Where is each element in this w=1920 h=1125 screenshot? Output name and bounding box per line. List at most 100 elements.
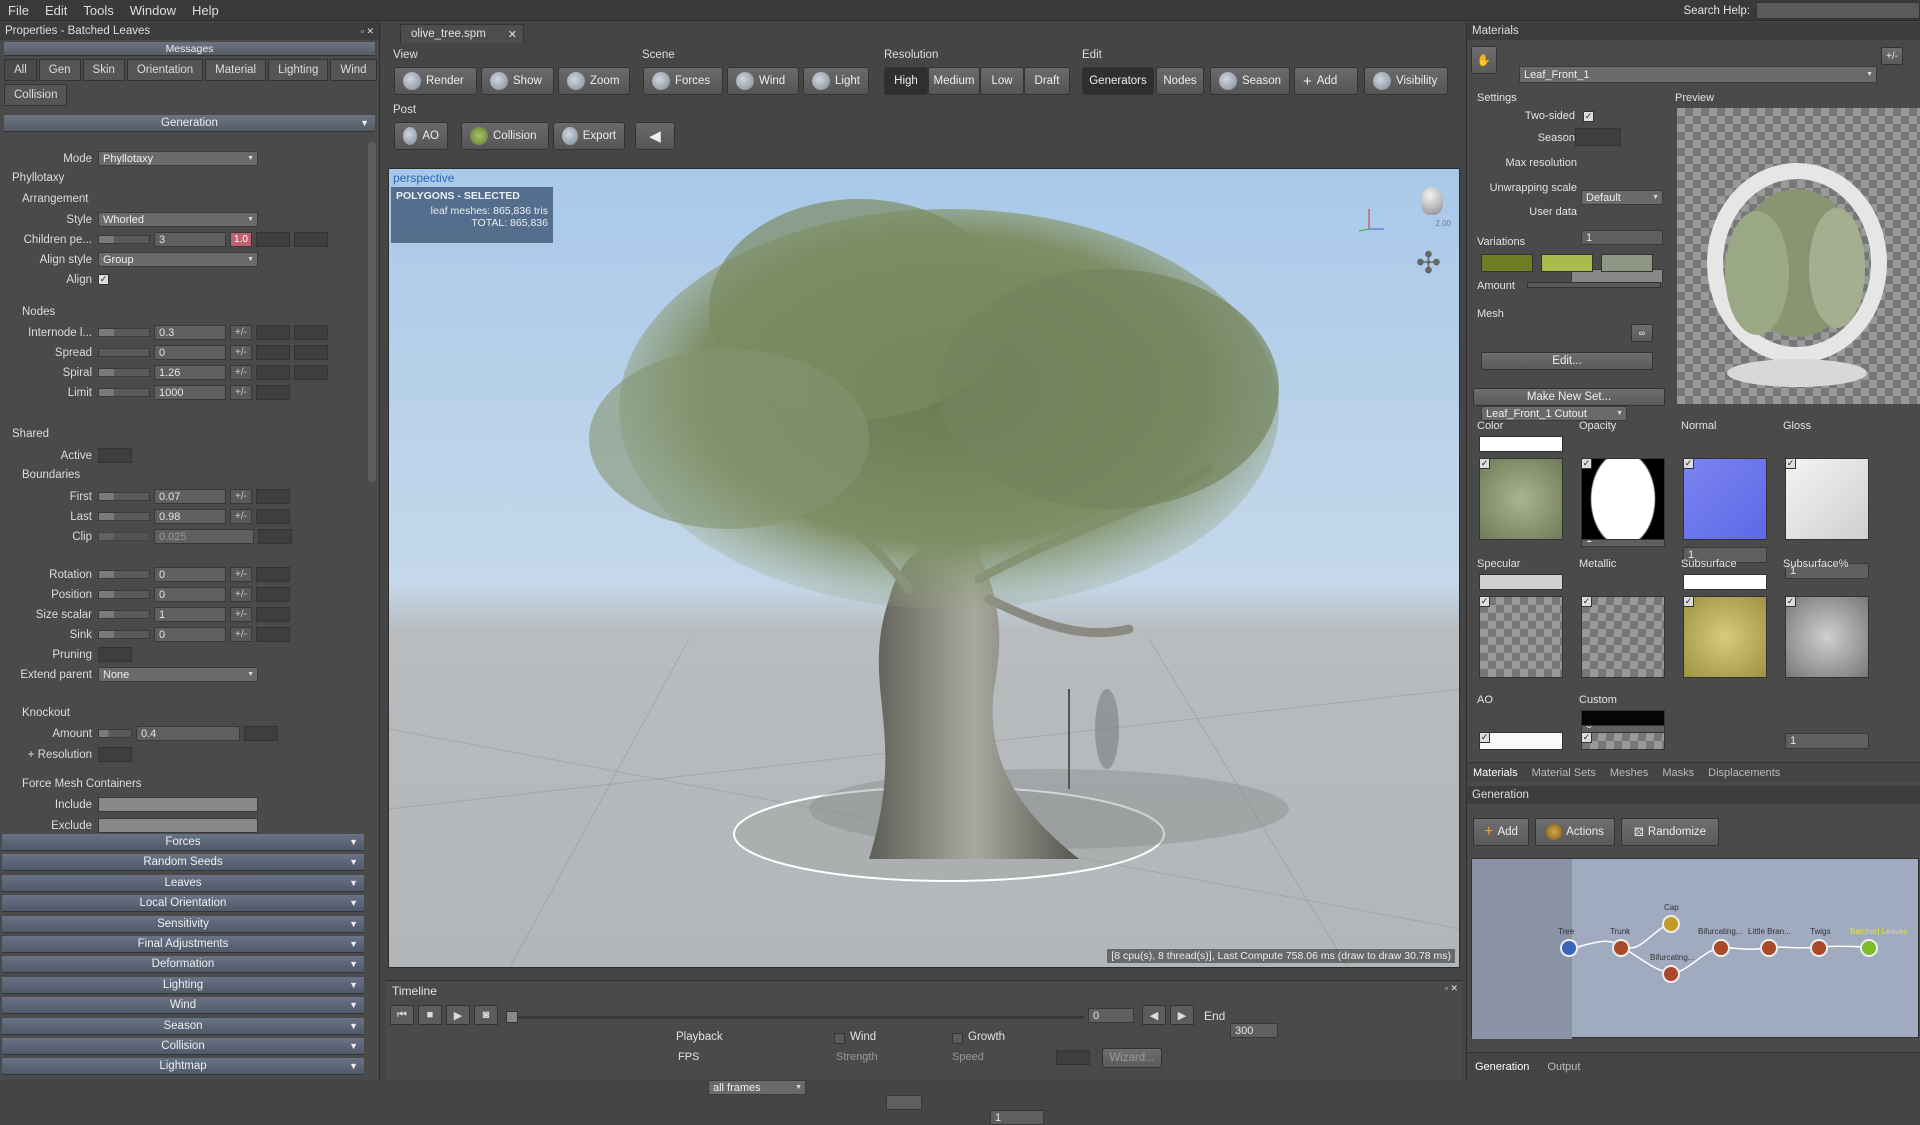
variation-swatch-3[interactable] xyxy=(1601,254,1653,272)
tab-wind[interactable]: Wind xyxy=(330,59,377,81)
map-specular-checkbox[interactable]: ✓ xyxy=(1479,596,1490,607)
material-select[interactable]: Leaf_Front_1 xyxy=(1519,66,1877,83)
mesh-link-button[interactable]: ∞ xyxy=(1631,324,1653,342)
first-input[interactable]: 0.07 xyxy=(154,489,226,504)
map-subsurface-pct-value[interactable]: 1 xyxy=(1785,733,1869,749)
frame-input[interactable]: 0 xyxy=(1088,1008,1134,1023)
map-color-checkbox[interactable]: ✓ xyxy=(1479,458,1490,469)
menu-window[interactable]: Window xyxy=(122,3,184,18)
high-button[interactable]: High xyxy=(884,67,928,95)
rotation-input[interactable]: 0 xyxy=(154,567,226,582)
generators-button[interactable]: Generators xyxy=(1082,67,1154,95)
spiral-slider[interactable] xyxy=(98,368,150,377)
map-subsurface-pct-checkbox[interactable]: ✓ xyxy=(1785,596,1796,607)
pruning-curve[interactable] xyxy=(98,647,132,662)
timeline-controls-icon[interactable]: ▫ ✕ xyxy=(1445,983,1458,994)
limit-pm-button[interactable]: +/- xyxy=(230,385,252,400)
wizard-button[interactable]: Wizard... xyxy=(1102,1048,1162,1068)
mesh-edit-button[interactable]: Edit... xyxy=(1481,352,1653,370)
spread-slider[interactable] xyxy=(98,348,150,357)
tab-skin[interactable]: Skin xyxy=(82,59,125,81)
children-badge[interactable]: 1.0 xyxy=(230,232,252,247)
graph-node-bifurcating-1[interactable] xyxy=(1712,939,1730,957)
map-color-thumbnail[interactable] xyxy=(1479,458,1563,540)
spiral-curve[interactable] xyxy=(256,365,290,380)
material-plus-button[interactable]: +/- xyxy=(1881,47,1903,65)
graph-node-bifurcating-2[interactable] xyxy=(1662,965,1680,983)
rotation-curve[interactable] xyxy=(256,567,290,582)
first-slider[interactable] xyxy=(98,492,150,501)
wind-fan-icon[interactable]: ✣ xyxy=(1416,249,1441,279)
section-wind[interactable]: Wind ▼ xyxy=(2,997,364,1015)
speed-input[interactable]: 1 xyxy=(990,1110,1044,1125)
last-pm-button[interactable]: +/- xyxy=(230,509,252,524)
style-select[interactable]: Whorled xyxy=(98,212,258,227)
section-collision[interactable]: Collision ▼ xyxy=(2,1038,364,1055)
zoom-button[interactable]: Zoom xyxy=(558,67,630,95)
position-input[interactable]: 0 xyxy=(154,587,226,602)
show-button[interactable]: Show xyxy=(481,67,554,95)
two-sided-checkbox[interactable]: ✓ xyxy=(1583,111,1594,122)
skip-start-button[interactable]: ⏮ xyxy=(390,1005,414,1025)
map-metallic-thumbnail[interactable] xyxy=(1581,596,1665,678)
map-subsurface-checkbox[interactable]: ✓ xyxy=(1683,596,1694,607)
map-custom-checkbox[interactable]: ✓ xyxy=(1581,732,1592,743)
spread-curve-2[interactable] xyxy=(294,345,328,360)
gen-add-button[interactable]: + Add xyxy=(1473,818,1529,846)
next-frame-button[interactable]: ▶ xyxy=(1170,1005,1194,1025)
amount-slider[interactable] xyxy=(98,729,132,738)
map-ao-thumbnail[interactable] xyxy=(1479,732,1563,750)
make-new-set-button[interactable]: Make New Set... xyxy=(1473,388,1665,406)
tab-lighting[interactable]: Lighting xyxy=(268,59,329,81)
spiral-pm-button[interactable]: +/- xyxy=(230,365,252,380)
internode-slider[interactable] xyxy=(98,328,150,337)
section-season[interactable]: Season ▼ xyxy=(2,1017,364,1035)
menu-tools[interactable]: Tools xyxy=(75,3,121,18)
size-scalar-input[interactable]: 1 xyxy=(154,607,226,622)
max-resolution-select[interactable]: Default xyxy=(1581,190,1663,205)
rotation-slider[interactable] xyxy=(98,570,150,579)
last-slider[interactable] xyxy=(98,512,150,521)
tab-material[interactable]: Material xyxy=(205,59,267,81)
map-subsurface-thumbnail[interactable] xyxy=(1683,596,1767,678)
low-button[interactable]: Low xyxy=(980,67,1024,95)
children-curve-2[interactable] xyxy=(294,232,328,247)
size-scalar-curve[interactable] xyxy=(256,607,290,622)
map-custom-swatch[interactable] xyxy=(1581,710,1665,726)
timeline-handle[interactable] xyxy=(506,1011,518,1023)
graph-node-little-branches[interactable] xyxy=(1760,939,1778,957)
material-preview[interactable] xyxy=(1677,108,1920,404)
properties-scrollbar[interactable] xyxy=(368,142,376,482)
messages-bar[interactable]: Messages xyxy=(4,42,375,56)
forces-button[interactable]: Forces xyxy=(643,67,723,95)
timeline-track[interactable] xyxy=(518,1016,1084,1019)
position-slider[interactable] xyxy=(98,590,150,599)
tab-gen[interactable]: Gen xyxy=(38,59,81,81)
collision-button[interactable]: Collision xyxy=(461,122,549,150)
menu-help[interactable]: Help xyxy=(184,3,227,18)
add-button[interactable]: + Add xyxy=(1294,67,1358,95)
active-curve[interactable] xyxy=(98,448,132,463)
map-ao-checkbox[interactable]: ✓ xyxy=(1479,732,1490,743)
spread-curve[interactable] xyxy=(256,345,290,360)
tab-materials[interactable]: Materials xyxy=(1473,767,1518,779)
wind-button[interactable]: Wind xyxy=(727,67,799,95)
generator-graph[interactable]: Tree Trunk Cap Bifurcating... Bifurcatin… xyxy=(1471,858,1919,1039)
map-color-swatch[interactable] xyxy=(1479,436,1563,452)
actions-button[interactable]: Actions xyxy=(1535,818,1615,846)
map-custom-thumbnail[interactable] xyxy=(1581,732,1665,750)
sink-slider[interactable] xyxy=(98,630,150,639)
tab-collision[interactable]: Collision xyxy=(4,84,68,106)
section-lightmap[interactable]: Lightmap ▼ xyxy=(2,1058,364,1076)
spread-input[interactable]: 0 xyxy=(154,345,226,360)
variation-amount-slider[interactable] xyxy=(1527,282,1661,288)
clip-curve[interactable] xyxy=(258,529,292,544)
spiral-curve-2[interactable] xyxy=(294,365,328,380)
close-icon[interactable]: ✕ xyxy=(508,28,517,41)
graph-node-trunk[interactable] xyxy=(1612,939,1630,957)
fps-select[interactable]: all frames xyxy=(708,1080,806,1095)
internode-input[interactable]: 0.3 xyxy=(154,325,226,340)
tab-generation[interactable]: Generation xyxy=(1475,1061,1529,1073)
exclude-input[interactable] xyxy=(98,818,258,833)
tab-all[interactable]: All xyxy=(4,59,37,81)
